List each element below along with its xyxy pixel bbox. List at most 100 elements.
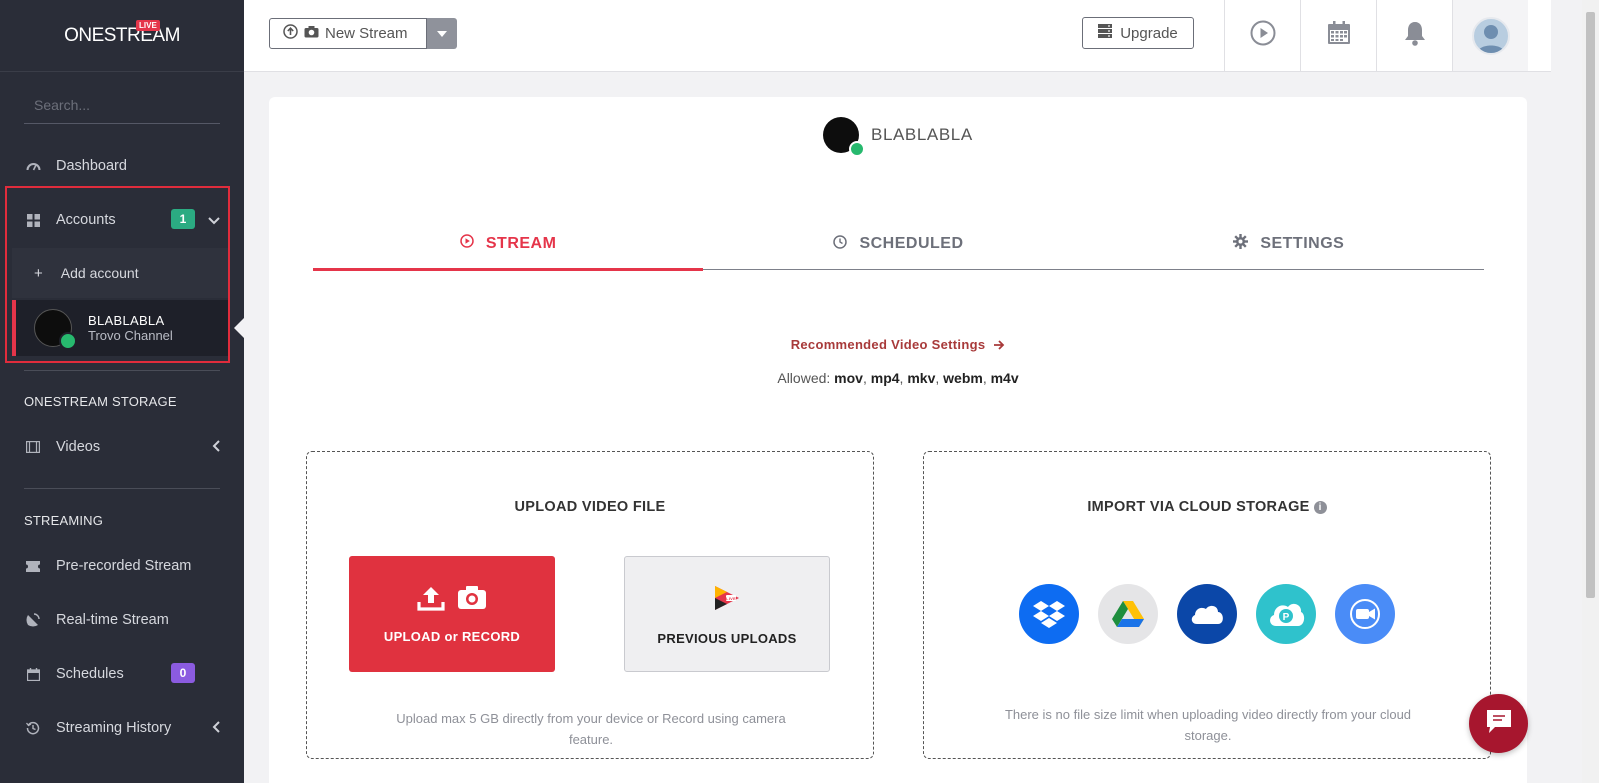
- new-stream-group: New Stream: [269, 18, 457, 49]
- sidebar: ONESTREAM LIVE Dashboard Accounts 1 + Ad…: [0, 0, 244, 783]
- calendar-icon: [24, 666, 42, 682]
- caret-down-icon: [437, 28, 447, 40]
- sidebar-item-label: Real-time Stream: [56, 612, 169, 628]
- previous-uploads-button[interactable]: LIVE PREVIOUS UPLOADS: [624, 556, 830, 672]
- play-circle-icon: [460, 234, 474, 253]
- tab-scheduled[interactable]: SCHEDULED: [703, 225, 1093, 269]
- camera-icon: [457, 584, 487, 615]
- tab-label: SETTINGS: [1260, 235, 1345, 252]
- sidebar-item-dashboard[interactable]: Dashboard: [0, 142, 244, 190]
- server-icon: [1098, 24, 1113, 42]
- format-item: mkv: [907, 370, 936, 386]
- arrow-right-icon: [989, 337, 1005, 352]
- notifications-button[interactable]: [1376, 0, 1452, 71]
- recommended-settings-link[interactable]: Recommended Video Settings: [269, 337, 1527, 352]
- upgrade-button[interactable]: Upgrade: [1082, 17, 1194, 49]
- cloud-note: There is no file size limit when uploadi…: [1004, 707, 1412, 743]
- info-icon[interactable]: i: [1313, 501, 1327, 514]
- sidebar-item-realtime[interactable]: Real-time Stream: [0, 596, 244, 644]
- zoom-icon[interactable]: [1335, 584, 1395, 644]
- upload-note: Upload max 5 GB directly from your devic…: [396, 711, 786, 747]
- selection-caret: [234, 318, 244, 338]
- upload-or-record-button[interactable]: UPLOAD or RECORD: [349, 556, 555, 672]
- sidebar-divider: [24, 488, 220, 489]
- top-bar: New Stream Upgrade: [244, 0, 1551, 72]
- clock-icon: [833, 234, 848, 254]
- new-stream-label: New Stream: [325, 25, 408, 42]
- svg-text:P: P: [1283, 612, 1290, 623]
- previous-uploads-label: PREVIOUS UPLOADS: [657, 631, 797, 646]
- camera-icon: [304, 25, 319, 42]
- allowed-label: Allowed:: [777, 370, 831, 386]
- channel-header: BLABLABLA: [823, 117, 973, 157]
- sidebar-item-history[interactable]: Streaming History: [0, 704, 244, 752]
- stream-card: BLABLABLA STREAM SCHEDULED SETTINGS Reco…: [269, 97, 1527, 783]
- trovo-icon: [849, 141, 865, 157]
- history-icon: [24, 720, 42, 736]
- logo-text: ONESTREAM: [64, 24, 180, 46]
- schedules-count-badge: 0: [171, 663, 195, 683]
- recommended-label: Recommended Video Settings: [790, 337, 986, 352]
- play-button[interactable]: [1224, 0, 1300, 71]
- chevron-left-icon: [212, 439, 220, 455]
- chat-icon: [1484, 708, 1514, 739]
- upload-icon: [417, 584, 445, 615]
- satellite-icon: [24, 612, 42, 628]
- streaming-section-title: STREAMING: [24, 513, 104, 528]
- search-input[interactable]: [24, 90, 220, 120]
- upload-circle-icon: [283, 24, 298, 43]
- calendar-icon: [1327, 21, 1351, 50]
- chevron-left-icon: [212, 720, 220, 736]
- upload-panel-title: UPLOAD VIDEO FILE: [514, 499, 666, 515]
- format-item: m4v: [990, 370, 1019, 386]
- user-avatar: [1471, 16, 1510, 55]
- onedrive-icon[interactable]: [1177, 584, 1237, 644]
- sidebar-item-label: Pre-recorded Stream: [56, 558, 192, 574]
- format-item: webm: [943, 370, 983, 386]
- channel-avatar: [823, 117, 865, 157]
- cloud-panel-title-text: IMPORT VIA CLOUD STORAGE: [1087, 499, 1310, 515]
- accounts-highlight: [5, 186, 230, 363]
- film-icon: [24, 439, 42, 455]
- upload-button-label: UPLOAD or RECORD: [383, 629, 521, 644]
- sidebar-item-label: Schedules: [56, 666, 124, 682]
- channel-name: BLABLABLA: [871, 125, 973, 144]
- sidebar-item-schedules[interactable]: Schedules 0: [0, 650, 244, 698]
- tab-stream[interactable]: STREAM: [313, 225, 704, 271]
- sidebar-item-videos[interactable]: Videos: [0, 423, 244, 471]
- calendar-button[interactable]: [1300, 0, 1376, 71]
- dropbox-icon[interactable]: [1019, 584, 1079, 644]
- cloud-services: P: [1019, 584, 1395, 644]
- storage-section-title: ONESTREAM STORAGE: [24, 394, 177, 409]
- logo[interactable]: ONESTREAM LIVE: [0, 0, 244, 72]
- tab-label: SCHEDULED: [859, 235, 964, 252]
- page-scrollbar[interactable]: [1582, 0, 1599, 783]
- profile-button[interactable]: [1452, 0, 1528, 71]
- cloud-panel-title: IMPORT VIA CLOUD STORAGE i: [924, 499, 1490, 515]
- new-stream-button[interactable]: New Stream: [269, 18, 427, 49]
- google-drive-icon[interactable]: [1098, 584, 1158, 644]
- tab-label: STREAM: [485, 234, 557, 252]
- bell-icon: [1404, 20, 1426, 51]
- ticket-icon: [24, 558, 42, 574]
- logo-live-badge: LIVE: [136, 20, 160, 31]
- sidebar-item-label: Videos: [56, 439, 101, 455]
- format-item: mov: [834, 370, 863, 386]
- sidebar-item-label: Dashboard: [56, 158, 127, 174]
- sidebar-item-prerecorded[interactable]: Pre-recorded Stream: [0, 542, 244, 590]
- format-item: mp4: [870, 370, 900, 386]
- new-stream-dropdown[interactable]: [427, 18, 457, 49]
- pcloud-icon[interactable]: P: [1256, 584, 1316, 644]
- cloud-panel: IMPORT VIA CLOUD STORAGE i P There is no …: [923, 451, 1491, 759]
- gauge-icon: [24, 158, 42, 174]
- upgrade-label: Upgrade: [1120, 24, 1178, 42]
- allowed-formats: Allowed: mov, mp4, mkv, webm, m4v: [777, 370, 1019, 386]
- chat-button[interactable]: [1469, 694, 1528, 753]
- sidebar-item-label: Streaming History: [56, 720, 172, 736]
- scrollbar-thumb[interactable]: [1586, 12, 1595, 598]
- onestream-live-icon: LIVE: [711, 582, 743, 617]
- tab-settings[interactable]: SETTINGS: [1094, 225, 1484, 269]
- gear-icon: [1233, 234, 1249, 254]
- tab-bar: STREAM SCHEDULED SETTINGS: [313, 225, 1484, 271]
- sidebar-search: [24, 90, 220, 124]
